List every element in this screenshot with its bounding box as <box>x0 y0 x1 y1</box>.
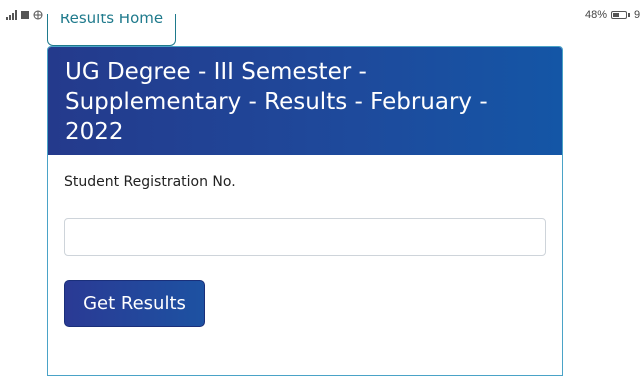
page-title: UG Degree - III Semester - Supplementary… <box>65 59 488 145</box>
globe-icon <box>33 10 43 20</box>
status-icons-left <box>6 10 43 20</box>
results-home-label: Results Home <box>59 14 164 27</box>
status-trailing-text: 9 <box>634 9 640 21</box>
results-home-button[interactable]: Results Home <box>47 14 176 46</box>
results-card: UG Degree - III Semester - Supplementary… <box>47 46 563 376</box>
status-icons-right: 48% 9 <box>585 9 640 21</box>
get-results-button[interactable]: Get Results <box>64 280 205 327</box>
notification-square-icon <box>21 11 29 19</box>
registration-number-input[interactable] <box>64 218 546 256</box>
signal-icon <box>6 10 17 20</box>
registration-label: Student Registration No. <box>64 174 236 190</box>
battery-percent: 48% <box>584 9 607 21</box>
battery-icon <box>611 11 630 19</box>
card-header: UG Degree - III Semester - Supplementary… <box>48 47 562 155</box>
